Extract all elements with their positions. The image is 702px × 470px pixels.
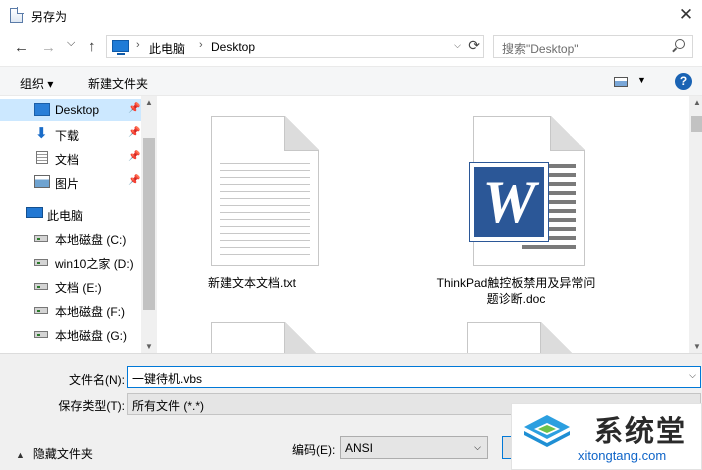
file-name: ThinkPad触控板禁用及异常问: [436, 276, 596, 290]
sidebar-item-pictures[interactable]: 图片 📌: [0, 171, 143, 193]
pictures-icon: [34, 175, 50, 188]
breadcrumb-desktop[interactable]: Desktop: [211, 40, 255, 54]
text-file-icon: [467, 322, 575, 353]
scroll-up-icon[interactable]: ▲: [689, 98, 702, 107]
help-icon[interactable]: ?: [675, 73, 692, 90]
encoding-select[interactable]: ANSI ⌵: [340, 436, 488, 459]
watermark-logo-icon: [524, 415, 570, 447]
command-bar: 组织 ▾ 新建文件夹 ▼ ?: [0, 66, 702, 96]
drive-icon: [34, 331, 48, 338]
sidebar-item-label: Desktop: [55, 103, 100, 117]
hide-folders-label: 隐藏文件夹: [32, 447, 93, 461]
hide-folders-toggle[interactable]: ▲ 隐藏文件夹: [16, 445, 93, 462]
file-name: 题诊断.doc: [486, 292, 546, 306]
search-box[interactable]: 搜索"Desktop": [493, 35, 693, 58]
sidebar-item-documents[interactable]: 文档 📌: [0, 147, 143, 169]
document-icon: [36, 151, 48, 164]
pin-icon[interactable]: 📌: [128, 151, 140, 162]
drive-icon: [34, 307, 48, 314]
sidebar-item-label: 文档 (E:): [55, 281, 102, 295]
address-bar[interactable]: › 此电脑 › Desktop ⌵ ⟳: [106, 35, 484, 58]
chevron-up-icon: ▲: [16, 450, 25, 460]
scroll-down-icon[interactable]: ▼: [141, 342, 157, 351]
view-options-icon[interactable]: [614, 77, 628, 87]
filename-value: 一键待机.vbs: [132, 372, 203, 386]
windows-drive-icon: [34, 235, 48, 242]
title-bar: 另存为 ✕: [0, 0, 702, 31]
sidebar-item-desktop[interactable]: Desktop 📌: [0, 99, 143, 121]
sidebar-item-this-pc[interactable]: 此电脑: [0, 203, 143, 225]
up-arrow-icon[interactable]: ↑: [88, 38, 96, 55]
forward-arrow-icon[interactable]: →: [41, 39, 56, 56]
scroll-thumb[interactable]: [143, 138, 155, 310]
close-button[interactable]: ✕: [670, 0, 702, 31]
sidebar-item-label: win10之家 (D:): [55, 257, 134, 271]
scroll-down-icon[interactable]: ▼: [689, 342, 702, 351]
sidebar-item-drive-f[interactable]: 本地磁盘 (F:): [0, 299, 143, 321]
organize-button[interactable]: 组织 ▾: [20, 75, 53, 92]
sidebar-item-label: 本地磁盘 (F:): [55, 305, 125, 319]
view-dropdown-icon[interactable]: ▼: [637, 75, 646, 85]
sidebar-item-drive-c[interactable]: 本地磁盘 (C:): [0, 227, 143, 249]
sidebar-item-label: 此电脑: [47, 209, 84, 223]
drive-icon: [34, 259, 48, 266]
sidebar-item-label: 本地磁盘 (C:): [55, 233, 127, 247]
breadcrumb-this-pc[interactable]: 此电脑: [149, 40, 185, 57]
sidebar-item-drive-e[interactable]: 文档 (E:): [0, 275, 143, 297]
sidebar-item-drive-g[interactable]: 本地磁盘 (G:): [0, 323, 143, 345]
sidebar-item-label: 下载: [55, 129, 80, 143]
sidebar-item-label: 本地磁盘 (G:): [55, 329, 127, 343]
watermark: 系统堂 xitongtang.com: [511, 403, 702, 470]
chevron-down-icon: ⌵: [474, 442, 481, 452]
file-item[interactable]: [157, 322, 347, 353]
encoding-label: 编码(E):: [292, 443, 336, 457]
filename-input[interactable]: 一键待机.vbs ⌵: [127, 366, 701, 388]
computer-icon: [112, 40, 129, 55]
search-icon[interactable]: [675, 39, 685, 49]
pin-icon[interactable]: 📌: [128, 127, 140, 138]
text-file-icon: [211, 116, 319, 266]
drive-icon: [34, 283, 48, 290]
scroll-thumb[interactable]: [691, 116, 702, 132]
word-file-icon: W: [469, 116, 585, 266]
file-name: 新建文本文档.txt: [207, 276, 296, 290]
text-file-icon: [211, 322, 319, 353]
search-placeholder: 搜索"Desktop": [502, 42, 579, 56]
filename-label: 文件名(N):: [69, 373, 125, 387]
back-arrow-icon[interactable]: ←: [14, 39, 29, 56]
breadcrumb-separator[interactable]: ›: [136, 39, 140, 51]
breadcrumb-separator[interactable]: ›: [199, 39, 203, 51]
encoding-value: ANSI: [345, 441, 374, 455]
download-icon: ⬇: [35, 125, 48, 142]
sidebar-item-label: 文档: [55, 153, 80, 167]
computer-icon: [26, 207, 43, 218]
sidebar-item-drive-d[interactable]: win10之家 (D:): [0, 251, 143, 273]
pin-icon[interactable]: 📌: [128, 103, 140, 114]
file-item[interactable]: 新建文本文档.txt: [157, 96, 347, 296]
content-scrollbar[interactable]: ▲ ▼: [689, 96, 702, 353]
address-dropdown-icon[interactable]: ⌵: [454, 40, 461, 51]
chevron-down-icon[interactable]: ⌵: [689, 370, 696, 381]
file-item[interactable]: [421, 322, 611, 353]
pin-icon[interactable]: 📌: [128, 175, 140, 186]
navigation-pane: Desktop 📌 ⬇ 下载 📌 文档 📌 图片 📌 此电脑 本地磁盘 (C:)…: [0, 96, 157, 353]
watermark-brand: 系统堂: [594, 414, 688, 448]
new-folder-button[interactable]: 新建文件夹: [88, 75, 148, 92]
sidebar-item-downloads[interactable]: ⬇ 下载 📌: [0, 123, 143, 145]
scroll-up-icon[interactable]: ▲: [141, 98, 157, 107]
watermark-domain: xitongtang.com: [578, 448, 667, 463]
desktop-icon: [34, 103, 50, 116]
refresh-icon[interactable]: ⟳: [468, 37, 480, 54]
filetype-label: 保存类型(T):: [58, 399, 125, 413]
dialog-icon: [10, 7, 24, 23]
sidebar-scrollbar[interactable]: ▲ ▼: [141, 96, 157, 353]
window-title: 另存为: [31, 10, 68, 24]
sidebar-item-label: 图片: [55, 177, 80, 191]
file-list: 新建文本文档.txt W ThinkPad触控板禁用及异常问 题诊断.doc: [157, 96, 689, 353]
recent-locations-dropdown[interactable]: ⌵: [67, 37, 75, 50]
filetype-value: 所有文件 (*.*): [132, 399, 205, 413]
file-item[interactable]: W ThinkPad触控板禁用及异常问 题诊断.doc: [421, 96, 611, 316]
